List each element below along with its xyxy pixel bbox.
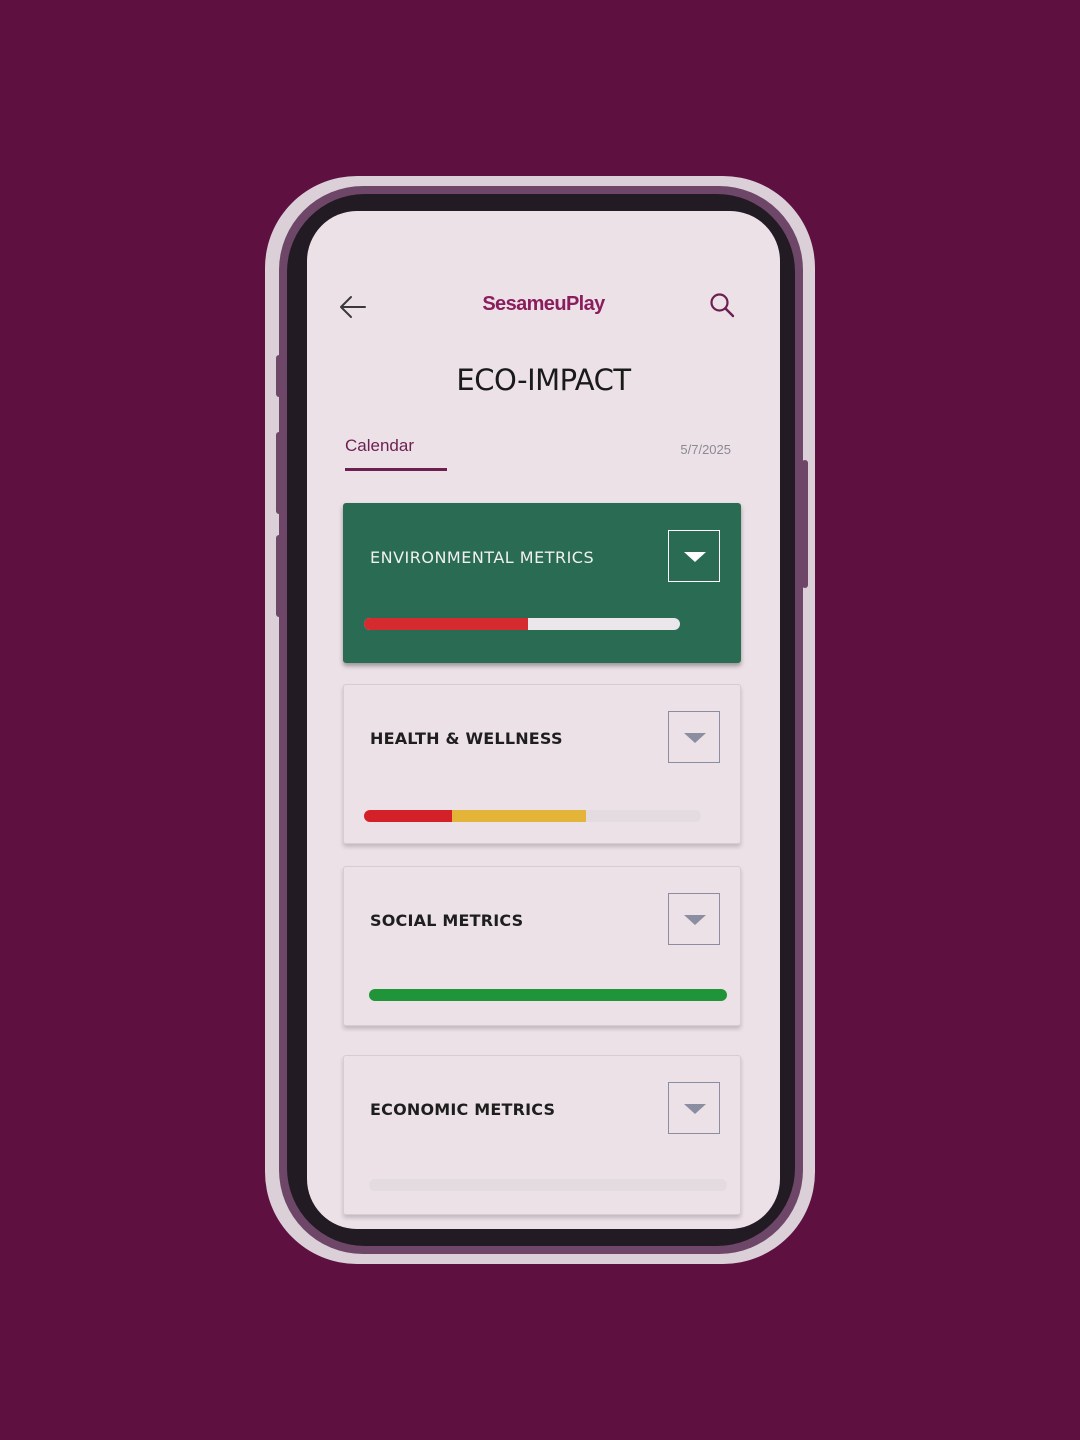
chevron-down-icon [684,733,706,743]
progress-bar [364,810,701,822]
volume-up-button [276,432,282,514]
progress-segment [364,810,452,822]
progress-segment [369,989,727,1001]
card-title: SOCIAL METRICS [370,911,524,930]
progress-segment [451,810,587,822]
expand-toggle[interactable] [668,893,720,945]
expand-toggle[interactable] [668,530,720,582]
search-icon[interactable] [708,291,736,319]
card-health-wellness[interactable]: HEALTH & WELLNESS [343,684,741,844]
card-environmental-metrics[interactable]: ENVIRONMENTAL METRICS [343,503,741,663]
card-title: ECONOMIC METRICS [370,1100,556,1119]
date-label: 5/7/2025 [680,442,731,457]
progress-bar [369,989,727,1001]
tab-calendar-label: Calendar [345,436,414,455]
card-social-metrics[interactable]: SOCIAL METRICS [343,866,741,1026]
mute-switch [276,355,282,397]
chevron-down-icon [684,915,706,925]
expand-toggle[interactable] [668,1082,720,1134]
chevron-down-icon [684,1104,706,1114]
progress-bar [369,1179,727,1191]
app-screen: SesameuPlay ECO-IMPACT Calendar 5/7/2025… [307,211,780,1229]
card-economic-metrics[interactable]: ECONOMIC METRICS [343,1055,741,1215]
expand-toggle[interactable] [668,711,720,763]
power-button [802,460,808,588]
card-title: ENVIRONMENTAL METRICS [370,548,595,567]
progress-segment [364,618,529,630]
chevron-down-icon [684,552,706,562]
card-title: HEALTH & WELLNESS [370,729,563,748]
page-title: ECO-IMPACT [456,363,631,397]
progress-bar [364,618,680,630]
volume-down-button [276,535,282,617]
tab-calendar[interactable]: Calendar [345,436,447,471]
top-bar: SesameuPlay [307,287,780,327]
